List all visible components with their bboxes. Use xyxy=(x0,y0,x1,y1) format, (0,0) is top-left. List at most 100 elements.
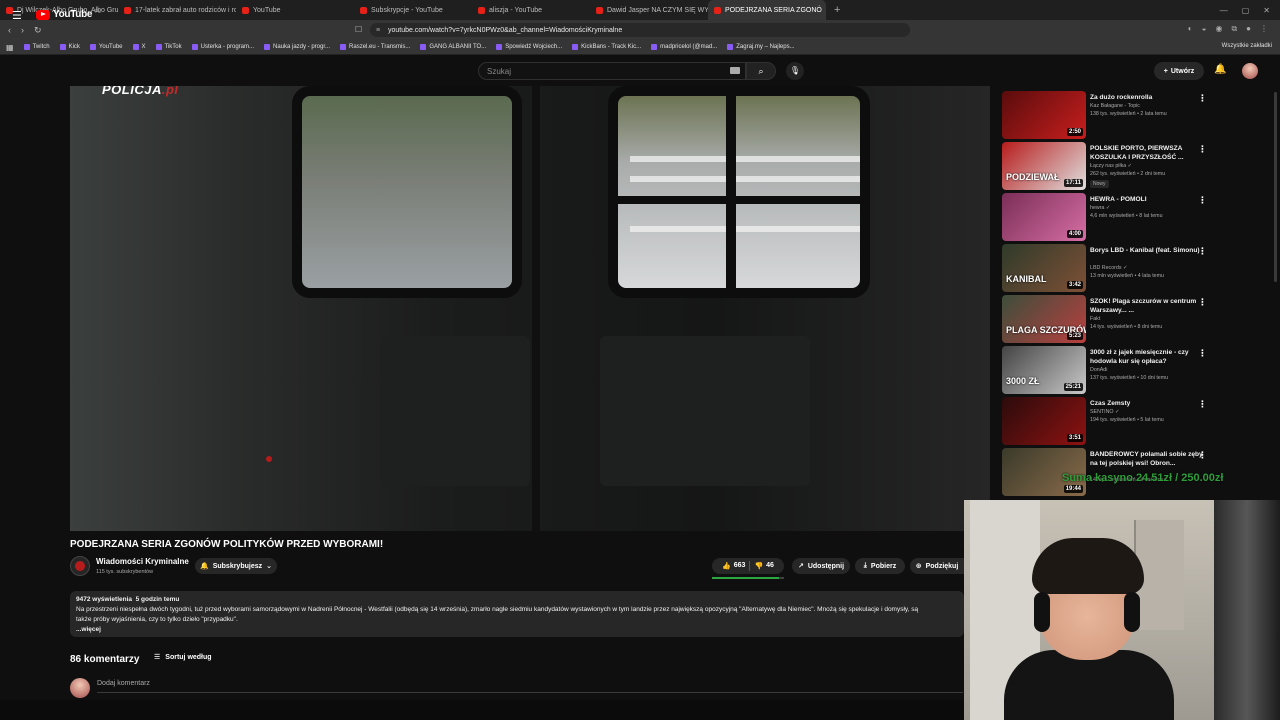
extension-icon[interactable]: ⧉ xyxy=(1231,24,1237,34)
like-button[interactable]: 👍 663 xyxy=(722,562,745,570)
profile-icon[interactable]: ● xyxy=(1246,24,1251,34)
apps-icon[interactable]: ▦ xyxy=(6,43,14,52)
bookmark-item[interactable]: YouTube xyxy=(89,44,123,50)
search-input[interactable]: Szukaj xyxy=(478,62,746,80)
bookmark-item[interactable]: TikTok xyxy=(155,44,182,50)
recommended-title[interactable]: POLSKIE PORTO, PIERWSZA KOSZULKA I PRZYS… xyxy=(1090,144,1205,162)
recommended-title[interactable]: 3000 zł z jajek miesięcznie - czy hodowl… xyxy=(1090,348,1205,366)
video-thumbnail[interactable]: 3:51 xyxy=(1002,397,1086,445)
extension-icon[interactable]: ◐ xyxy=(1188,24,1193,34)
more-options-icon[interactable]: ⋮ xyxy=(1198,246,1207,257)
dislike-button[interactable]: 👎 46 xyxy=(754,562,774,570)
recommended-title[interactable]: HEWRA - POMOLI xyxy=(1090,195,1205,204)
recommended-video[interactable]: 4:00 HEWRA - POMOLI hewra ✓ 4,6 mln wyświet… xyxy=(1002,193,1212,241)
youtube-logo[interactable]: YouTube PL xyxy=(36,9,101,20)
create-button[interactable]: + Utwórz xyxy=(1154,62,1204,80)
more-options-icon[interactable]: ⋮ xyxy=(1198,348,1207,359)
browser-tab[interactable]: Dawid Jasper NA CZYM SIĘ WYCHO xyxy=(590,0,708,20)
recommended-channel[interactable]: DonAdi xyxy=(1090,366,1107,374)
window-controls: — ▢ ✕ xyxy=(1220,6,1280,15)
recommended-video[interactable]: 3000 ZŁ 25:21 3000 zł z jajek miesięcznie … xyxy=(1002,346,1212,394)
bookmark-item[interactable]: KickBans - Track Kic... xyxy=(572,44,641,50)
video-thumbnail[interactable]: PLAGA SZCZURÓW 5:23 xyxy=(1002,295,1086,343)
extension-icon[interactable]: ◉ xyxy=(1215,24,1222,34)
sort-comments-button[interactable]: ☰ Sortuj według xyxy=(154,653,212,662)
recommended-title[interactable]: SZOK! Plaga szczurów w centrum Warszawy.… xyxy=(1090,297,1205,315)
share-button[interactable]: ↗ Udostępnij xyxy=(792,558,850,574)
more-options-icon[interactable]: ⋮ xyxy=(1198,144,1207,155)
browser-tab[interactable]: PODEJRZANA SERIA ZGONÓ✕ xyxy=(708,0,826,20)
forward-icon[interactable]: › xyxy=(21,25,24,36)
more-options-icon[interactable]: ⋮ xyxy=(1198,195,1207,206)
thanks-button[interactable]: ⊛ Podziękuj xyxy=(910,558,964,574)
sidebar-scrollbar[interactable] xyxy=(1274,92,1277,282)
menu-hamburger-icon[interactable]: ☰ xyxy=(12,9,22,22)
video-thumbnail[interactable]: 2:50 xyxy=(1002,91,1086,139)
bookmark-item[interactable]: Usterka - program... xyxy=(191,44,254,50)
account-avatar[interactable] xyxy=(1242,63,1258,79)
maximize-icon[interactable]: ▢ xyxy=(1242,6,1250,15)
new-tab-icon[interactable]: + xyxy=(826,4,848,16)
recommended-channel[interactable]: Kaz Bałagane - Topic xyxy=(1090,102,1140,110)
more-options-icon[interactable]: ⋮ xyxy=(1198,93,1207,104)
recommended-channel[interactable]: SENTINO ✓ xyxy=(1090,408,1119,416)
video-description[interactable]: 9472 wyświetlenia 5 godzin temu Na przes… xyxy=(70,591,964,637)
recommended-title[interactable]: Czas Zemsty xyxy=(1090,399,1205,408)
bookmark-item[interactable]: Nauka jazdy - progr... xyxy=(264,44,330,50)
bookmark-item[interactable]: madpricelol (@mad... xyxy=(651,44,717,50)
keyboard-icon[interactable] xyxy=(730,67,740,74)
reload-icon[interactable]: ↻ xyxy=(34,25,42,36)
add-comment-input[interactable]: Dodaj komentarz xyxy=(97,680,150,687)
browser-tab[interactable]: YouTube xyxy=(236,0,354,20)
bookmark-item[interactable]: Kick xyxy=(59,44,80,50)
download-button[interactable]: ⤓ Pobierz xyxy=(855,558,905,574)
show-more-link[interactable]: ...więcej xyxy=(76,625,958,635)
close-window-icon[interactable]: ✕ xyxy=(1263,6,1270,15)
video-scene-crosswalk xyxy=(630,156,860,162)
recommended-video[interactable]: PODZIEWAŁ 17:11 POLSKIE PORTO, PIERWSZA KO… xyxy=(1002,142,1212,190)
channel-avatar[interactable] xyxy=(70,556,90,576)
extension-icon[interactable]: ◒ xyxy=(1202,24,1207,34)
all-bookmarks-folder[interactable]: Wszystkie zakładki xyxy=(1222,43,1272,49)
browser-tab[interactable]: Subskrypcje - YouTube xyxy=(354,0,472,20)
recommended-video[interactable]: PLAGA SZCZURÓW 5:23 SZOK! Plaga szczurów w… xyxy=(1002,295,1212,343)
recommended-channel[interactable]: Fakt xyxy=(1090,315,1100,323)
more-options-icon[interactable]: ⋮ xyxy=(1198,399,1207,410)
url-field[interactable]: ≡ youtube.com/watch?v=7yrkcN0PWz0&ab_cha… xyxy=(370,23,910,37)
bookmark-item[interactable]: Spowiedź Wojciech... xyxy=(496,44,562,50)
recommended-channel[interactable]: hewra ✓ xyxy=(1090,204,1110,212)
notifications-bell-icon[interactable]: 🔔 xyxy=(1214,64,1226,75)
video-player[interactable]: POLICJA.pl xyxy=(70,86,990,531)
bookmark-item[interactable]: X xyxy=(132,44,146,50)
video-thumbnail[interactable]: 4:00 xyxy=(1002,193,1086,241)
recommended-channel[interactable]: Łączy nas piłka ✓ xyxy=(1090,162,1132,170)
recommended-video[interactable]: 3:51 Czas Zemsty SENTINO ✓ 194 tys. wyświet… xyxy=(1002,397,1212,445)
channel-name[interactable]: Wiadomości Kryminalne xyxy=(96,557,189,566)
more-options-icon[interactable]: ⋮ xyxy=(1198,297,1207,308)
video-thumbnail[interactable]: KANIBAL 3:42 xyxy=(1002,244,1086,292)
recommended-title[interactable]: Borys LBD - Kanibal (feat. Simonu) xyxy=(1090,246,1205,255)
recommended-title[interactable]: Za dużo rockenrolla xyxy=(1090,93,1205,102)
more-options-icon[interactable]: ⋮ xyxy=(1198,450,1207,461)
recommended-video[interactable]: KANIBAL 3:42 Borys LBD - Kanibal (feat. Si… xyxy=(1002,244,1212,292)
bookmark-item[interactable]: Raszel.eu - Transmis... xyxy=(340,44,410,50)
recommended-channel[interactable]: LBD Records ✓ xyxy=(1090,264,1127,272)
bookmark-star-icon[interactable]: ☐ xyxy=(355,25,362,34)
menu-icon[interactable]: ⋮ xyxy=(1260,24,1268,34)
bookmark-item[interactable]: GANG ALBANII TO... xyxy=(420,44,486,50)
search-button[interactable]: ⌕ xyxy=(746,62,776,80)
minimize-icon[interactable]: — xyxy=(1220,6,1228,15)
recommended-video[interactable]: 2:50 Za dużo rockenrolla Kaz Bałagane - To… xyxy=(1002,91,1212,139)
back-icon[interactable]: ‹ xyxy=(8,25,11,36)
recommended-title[interactable]: BANDEROWCY polamali sobie zęby na tej po… xyxy=(1090,450,1205,468)
voice-search-button[interactable]: 🎙 xyxy=(786,62,804,80)
video-thumbnail[interactable]: 3000 ZŁ 25:21 xyxy=(1002,346,1086,394)
bell-icon: 🔔 xyxy=(199,563,209,570)
browser-tab[interactable]: aliszja - YouTube xyxy=(472,0,590,20)
subscribed-button[interactable]: 🔔 Subskrybujesz ⌄ xyxy=(195,558,277,574)
bookmark-item[interactable]: Zagraj.my – Najleps... xyxy=(727,44,795,50)
site-info-icon[interactable]: ≡ xyxy=(376,27,380,34)
bookmark-item[interactable]: Twitch xyxy=(23,44,50,50)
video-thumbnail[interactable]: PODZIEWAŁ 17:11 xyxy=(1002,142,1086,190)
browser-tab[interactable]: 17-latek zabrał auto rodziców i rozbił xyxy=(118,0,236,20)
